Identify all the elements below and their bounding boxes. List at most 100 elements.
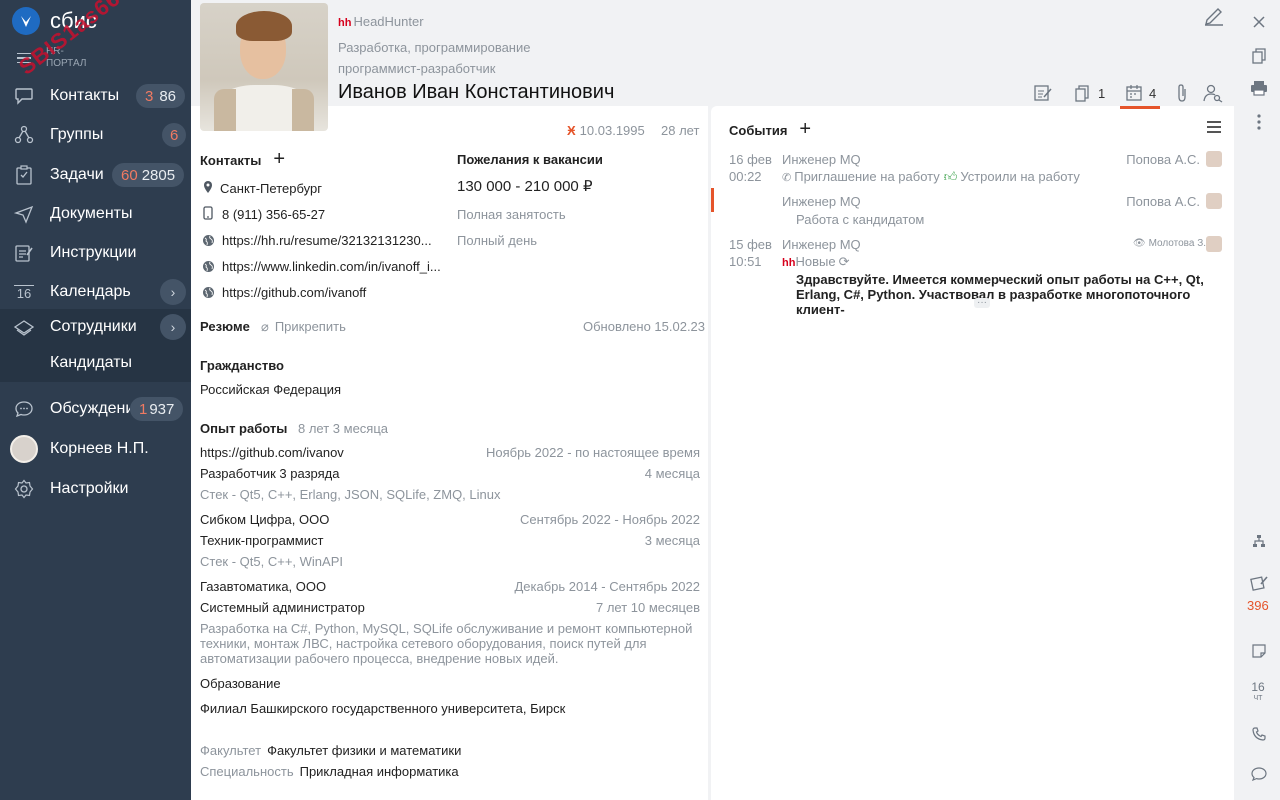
- source-name: HeadHunter: [353, 14, 424, 29]
- phone-icon: [201, 206, 215, 220]
- sidebar-item-groups[interactable]: Группы 6: [0, 117, 191, 153]
- event-title[interactable]: Инженер MQ: [782, 237, 861, 252]
- job-desc: Стек - Qt5, C++, WinAPI: [200, 554, 343, 569]
- location-icon: [201, 180, 215, 194]
- sidebar-item-calendar[interactable]: 16 Календарь ›: [0, 274, 191, 310]
- tasks-count: 396: [1247, 598, 1269, 613]
- event-title[interactable]: Инженер MQ: [782, 194, 861, 209]
- sidebar-item-instructions[interactable]: Инструкции: [0, 235, 191, 271]
- link-github[interactable]: https://github.com/ivanoff: [222, 285, 366, 300]
- event-person[interactable]: Попова А.С.: [1126, 152, 1200, 167]
- discussions-icon: [14, 399, 34, 419]
- event-title[interactable]: Инженер MQ: [782, 152, 861, 167]
- event-message[interactable]: Здравствуйте. Имеется коммерческий опыт …: [796, 272, 1226, 317]
- chat-icon: [14, 86, 34, 106]
- city: Санкт-Петербург: [220, 181, 322, 196]
- events-panel: [711, 106, 1234, 800]
- candidate-photo[interactable]: [200, 3, 328, 131]
- attach-button[interactable]: [1172, 82, 1192, 104]
- menu-icon[interactable]: [1207, 121, 1221, 133]
- job-role: Системный администратор: [200, 600, 365, 615]
- expand-button[interactable]: ···: [974, 298, 990, 308]
- job-period: Декабрь 2014 - Сентябрь 2022: [514, 579, 700, 594]
- globe-icon: [201, 259, 215, 273]
- sidebar-item-label: Документы: [50, 205, 133, 222]
- chevron-right-icon[interactable]: ›: [160, 279, 186, 305]
- sidebar-item-label: Корнеев Н.П.: [50, 440, 149, 457]
- phone-icon[interactable]: [1249, 724, 1269, 744]
- person-search-button[interactable]: [1203, 82, 1223, 104]
- event-date: 15 фев 10:51: [729, 237, 772, 269]
- groups-badge: 6: [162, 123, 187, 147]
- edit-icon[interactable]: [1203, 4, 1225, 26]
- person-search-icon: [1203, 83, 1223, 103]
- sidebar-item-candidates[interactable]: Кандидаты: [0, 344, 191, 382]
- job-role: Техник-программист: [200, 533, 324, 548]
- tasks-icon[interactable]: [1249, 573, 1269, 593]
- sidebar-item-label: Настройки: [50, 480, 129, 497]
- chat-icon[interactable]: [1249, 764, 1269, 784]
- sidebar-item-label: Сотрудники: [50, 318, 137, 335]
- job-role: Разработчик 3 разряда: [200, 466, 340, 481]
- add-contact-button[interactable]: +: [273, 149, 285, 169]
- sidebar-item-label: Задачи: [50, 166, 104, 183]
- tasks-badge: 60 2805: [112, 163, 185, 187]
- event-date: 16 фев 00:22: [729, 152, 772, 184]
- calendar-icon: [1124, 83, 1144, 103]
- hh-icon: hh: [338, 17, 352, 29]
- groups-icon: [14, 125, 34, 145]
- sphere: Разработка, программирование: [338, 40, 531, 55]
- sbis-logo-icon: [12, 7, 40, 35]
- citizenship-title: Гражданство: [200, 358, 284, 373]
- close-icon[interactable]: [1249, 12, 1269, 32]
- sidebar-item-settings[interactable]: Настройки: [0, 471, 191, 507]
- docs-button[interactable]: 1: [1073, 82, 1105, 104]
- avatar: [1206, 151, 1222, 167]
- link-hh[interactable]: https://hh.ru/resume/32132131230...: [222, 233, 432, 248]
- sidebar-item-contacts[interactable]: Контакты 3 86: [0, 78, 191, 114]
- sidebar-item-profile[interactable]: Корнеев Н.П.: [0, 431, 191, 467]
- more-icon[interactable]: [1249, 112, 1269, 132]
- note-button[interactable]: [1033, 82, 1053, 104]
- attach-resume-button[interactable]: ⌀ Прикрепить: [261, 319, 346, 335]
- sidebar-item-discussions[interactable]: Обсуждения 1937: [0, 391, 191, 427]
- specialty-row: Специальность Прикладная информатика: [200, 764, 459, 779]
- chevron-right-icon[interactable]: ›: [160, 314, 186, 340]
- instructions-icon: [14, 243, 34, 263]
- candidate-name: Иванов Иван Константинович: [338, 81, 615, 103]
- age: 28 лет: [661, 123, 700, 138]
- event-marker: [711, 188, 714, 212]
- calendar-button[interactable]: 4: [1124, 82, 1156, 104]
- job-company: Газавтоматика, ООО: [200, 579, 327, 594]
- settings-icon: [14, 479, 34, 499]
- schedule: Полный день: [457, 233, 538, 248]
- job-period: Сентябрь 2022 - Ноябрь 2022: [520, 512, 700, 527]
- zodiac-icon: Ӿ: [567, 123, 576, 138]
- sidebar-item-documents[interactable]: Документы: [0, 196, 191, 232]
- event-person[interactable]: Попова А.С.: [1126, 194, 1200, 209]
- sidebar-item-tasks[interactable]: Задачи 60 2805: [0, 157, 191, 193]
- experience-title: Опыт работы: [200, 421, 288, 436]
- globe-icon: [201, 233, 215, 247]
- citizenship: Российская Федерация: [200, 382, 342, 397]
- copy-icon[interactable]: [1249, 46, 1269, 66]
- event-person[interactable]: 👁︎ Молотова З.И.: [1133, 238, 1216, 249]
- job-company: https://github.com/ivanov: [200, 445, 344, 460]
- paperclip-icon: [1172, 83, 1192, 103]
- source: hh HeadHunter: [338, 14, 424, 29]
- sidebar-item-label: Календарь: [50, 283, 131, 300]
- note-icon[interactable]: [1249, 641, 1269, 661]
- event-line: ✆ Приглашение на работу 👍︎ Устроили на рабо…: [782, 169, 1080, 184]
- link-linkedin[interactable]: https://www.linkedin.com/in/ivanoff_i...: [222, 259, 441, 274]
- print-icon[interactable]: [1249, 78, 1269, 98]
- calendar-icon: 16: [14, 285, 34, 301]
- add-event-button[interactable]: +: [799, 119, 811, 139]
- salary: 130 000 - 210 000 ₽: [457, 178, 593, 195]
- structure-icon[interactable]: [1249, 531, 1269, 551]
- employees-icon: [14, 317, 34, 337]
- sidebar-item-employees[interactable]: Сотрудники ›: [0, 309, 191, 345]
- active-tab-indicator: [1120, 106, 1160, 109]
- phone[interactable]: 8 (911) 356-65-27: [222, 207, 325, 222]
- avatar: [1206, 236, 1222, 252]
- calendar-icon[interactable]: 16 ЧТ: [1250, 681, 1266, 704]
